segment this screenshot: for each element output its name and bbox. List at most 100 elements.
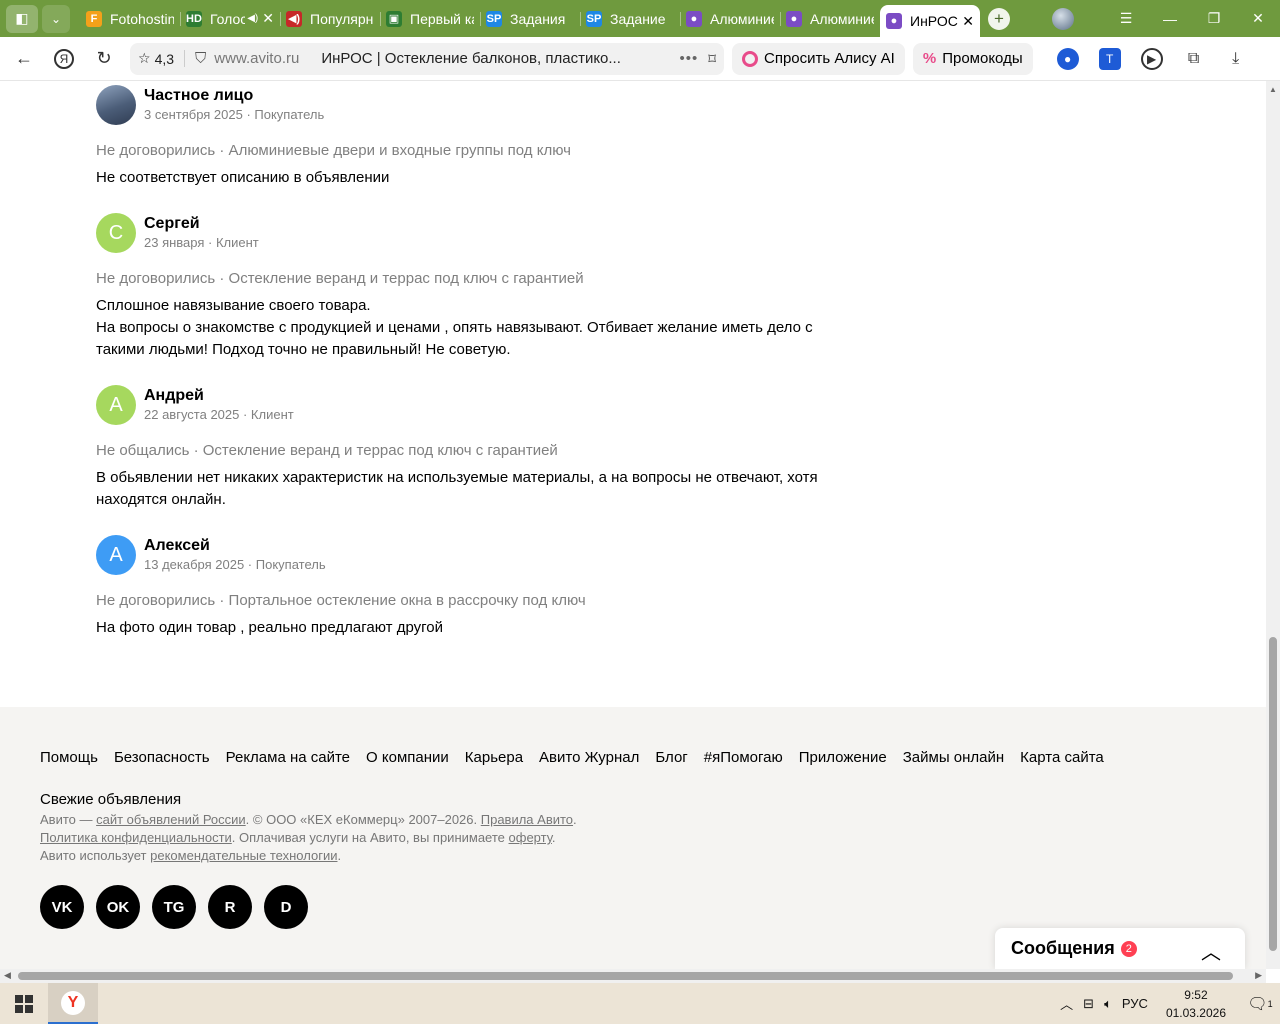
tab-favicon-icon: ● [786,10,802,27]
close-window-button[interactable]: ✕ [1236,0,1280,37]
shield-icon[interactable]: ⛉ [195,50,206,67]
chevron-down-icon: ⌄ [50,11,62,26]
avatar[interactable]: А [96,385,136,425]
page-title[interactable]: ИнРОС | Остекление балконов, пластико... [321,50,669,67]
promocodes-button[interactable]: % Промокоды [912,42,1033,75]
footer-link[interactable]: #яПомогаю [704,747,783,769]
reload-icon: ↻ [96,48,112,68]
tab-0[interactable]: F Fotohosting [80,4,180,34]
chevron-up-icon[interactable]: ︿ [1060,994,1073,1013]
extensions: ● T ▶ ⧉ ⤓ [1056,47,1247,70]
tab-label: Алюминиевые [710,10,774,27]
avatar[interactable]: А [96,535,136,575]
vertical-scroll-thumb[interactable] [1269,637,1277,951]
tab-sound-icon[interactable]: ◀) [247,13,258,24]
link-offer[interactable]: оферту [509,830,552,845]
download-icon[interactable]: ⤓ [1225,48,1247,70]
footer-link[interactable]: Карьера [465,747,523,769]
footer-link[interactable]: Карта сайта [1020,747,1104,769]
reload-button[interactable]: ↻ [88,43,120,75]
ok-icon[interactable]: OK [96,885,140,929]
tab-label: Fotohosting [110,10,174,27]
tab-label: ИнРОС [910,13,958,29]
tab-label: Голос [210,10,246,27]
copy-text: . © ООО «КЕХ еКоммерц» 2007–2026. [245,812,481,827]
copy-text: . [337,848,342,863]
vertical-scrollbar[interactable]: ▲ [1266,81,1280,969]
horizontal-scroll-thumb[interactable] [18,972,1233,980]
minimize-button[interactable]: — [1148,0,1192,37]
clock[interactable]: 9:52 01.03.2026 [1166,986,1226,1022]
chevron-up-icon[interactable]: ︿ [1201,936,1221,965]
scroll-up-arrow-icon[interactable]: ▲ [1269,85,1277,94]
sidebar-toggle-button[interactable]: ◧ [6,4,38,33]
footer-link[interactable]: Блог [655,747,687,769]
rutube-icon[interactable]: R [208,885,252,929]
avatar[interactable] [96,85,136,125]
tab-label: Задания [510,10,566,27]
reviewer-name: Алексей [144,537,210,554]
vk-icon[interactable]: VK [40,885,84,929]
system-tray: ︿ ⊟ 🔈︎ РУС 9:52 01.03.2026 🗨︎ 1 [1060,983,1280,1024]
profile-avatar[interactable] [1052,7,1074,30]
taskbar-yandex-browser[interactable]: Y [48,983,98,1024]
collections-icon[interactable]: ⧉ [1183,48,1205,70]
notifications-button[interactable]: 🗨︎ 1 [1240,994,1280,1014]
tab-5[interactable]: SP Задание [580,4,680,34]
language-indicator[interactable]: РУС [1122,996,1148,1011]
review-header: С Сергей 23 января · Клиент [96,213,826,253]
site-rating[interactable]: ☆ 4,3 [138,50,186,67]
link-recommend[interactable]: рекомендательные технологии [150,848,337,863]
bookmark-icon[interactable]: ⌑ [708,50,716,68]
tab-1[interactable]: HD Голос ◀) ✕ [180,4,280,34]
tab-6[interactable]: ● Алюминиевые [680,4,780,34]
scroll-right-arrow-icon[interactable]: ▶ [1255,970,1262,981]
footer-link[interactable]: Помощь [40,747,98,769]
tab-close-icon[interactable]: ✕ [962,13,974,30]
tab-close-icon[interactable]: ✕ [262,10,274,27]
tab-7[interactable]: ● Алюминиевые [780,4,880,34]
tab-4[interactable]: SP Задания [480,4,580,34]
back-button[interactable]: ← [8,43,40,75]
restore-button[interactable]: ❐ [1192,0,1236,37]
extension-globe-icon[interactable]: ● [1056,47,1079,70]
more-dots-icon[interactable]: ••• [680,50,699,67]
tab-2[interactable]: ◀) Популярные [280,4,380,34]
footer-link[interactable]: Безопасность [114,747,210,769]
footer-link[interactable]: Займы онлайн [903,747,1004,769]
url-host[interactable]: www.avito.ru [214,50,299,67]
tab-favicon-icon: HD [186,10,202,27]
yandex-button[interactable]: Я [48,43,80,75]
avatar[interactable]: С [96,213,136,253]
social-links: VK OK TG R D [40,885,308,929]
tab-3[interactable]: ▣ Первый канал [380,4,480,34]
telegram-icon[interactable]: TG [152,885,196,929]
scroll-left-arrow-icon[interactable]: ◀ [4,970,11,981]
review-text-line: На фото один товар , реально предлагают … [96,619,443,636]
tab-8[interactable]: ● ИнРОС ✕ [880,5,980,37]
footer-link[interactable]: Авито Журнал [539,747,639,769]
link-site[interactable]: сайт объявлений России [96,812,246,827]
dzen-icon[interactable]: D [264,885,308,929]
start-button[interactable] [0,983,48,1024]
footer-link[interactable]: О компании [366,747,449,769]
video-play-icon[interactable]: ▶ [1140,47,1163,70]
ask-alice-button[interactable]: Спросить Алису AI [732,42,905,75]
messages-widget[interactable]: Сообщения 2 ︿ [995,928,1245,969]
new-tab-button[interactable]: + [988,7,1010,30]
tabs-menu-button[interactable]: ⌄ [42,4,70,33]
link-privacy[interactable]: Политика конфиденциальности [40,830,232,845]
omnibox[interactable]: ☆ 4,3 ⛉ www.avito.ru ИнРОС | Остекление б… [130,42,724,75]
reviewer-name: Андрей [144,387,204,404]
link-rules[interactable]: Правила Авито [481,812,573,827]
network-icon[interactable]: ⊟ [1083,996,1094,1012]
horizontal-scrollbar[interactable]: ◀ ▶ [0,969,1266,983]
tab-favicon-icon: ▣ [386,10,402,27]
copy-text: Авито — [40,812,97,827]
footer-link[interactable]: Приложение [799,747,887,769]
footer-link[interactable]: Свежие объявления [40,789,181,811]
browser-menu-button[interactable]: ☰ [1104,0,1148,37]
extension-translate-icon[interactable]: T [1098,47,1121,70]
volume-icon[interactable]: 🔈︎ [1104,996,1112,1012]
footer-link[interactable]: Реклама на сайте [226,747,350,769]
